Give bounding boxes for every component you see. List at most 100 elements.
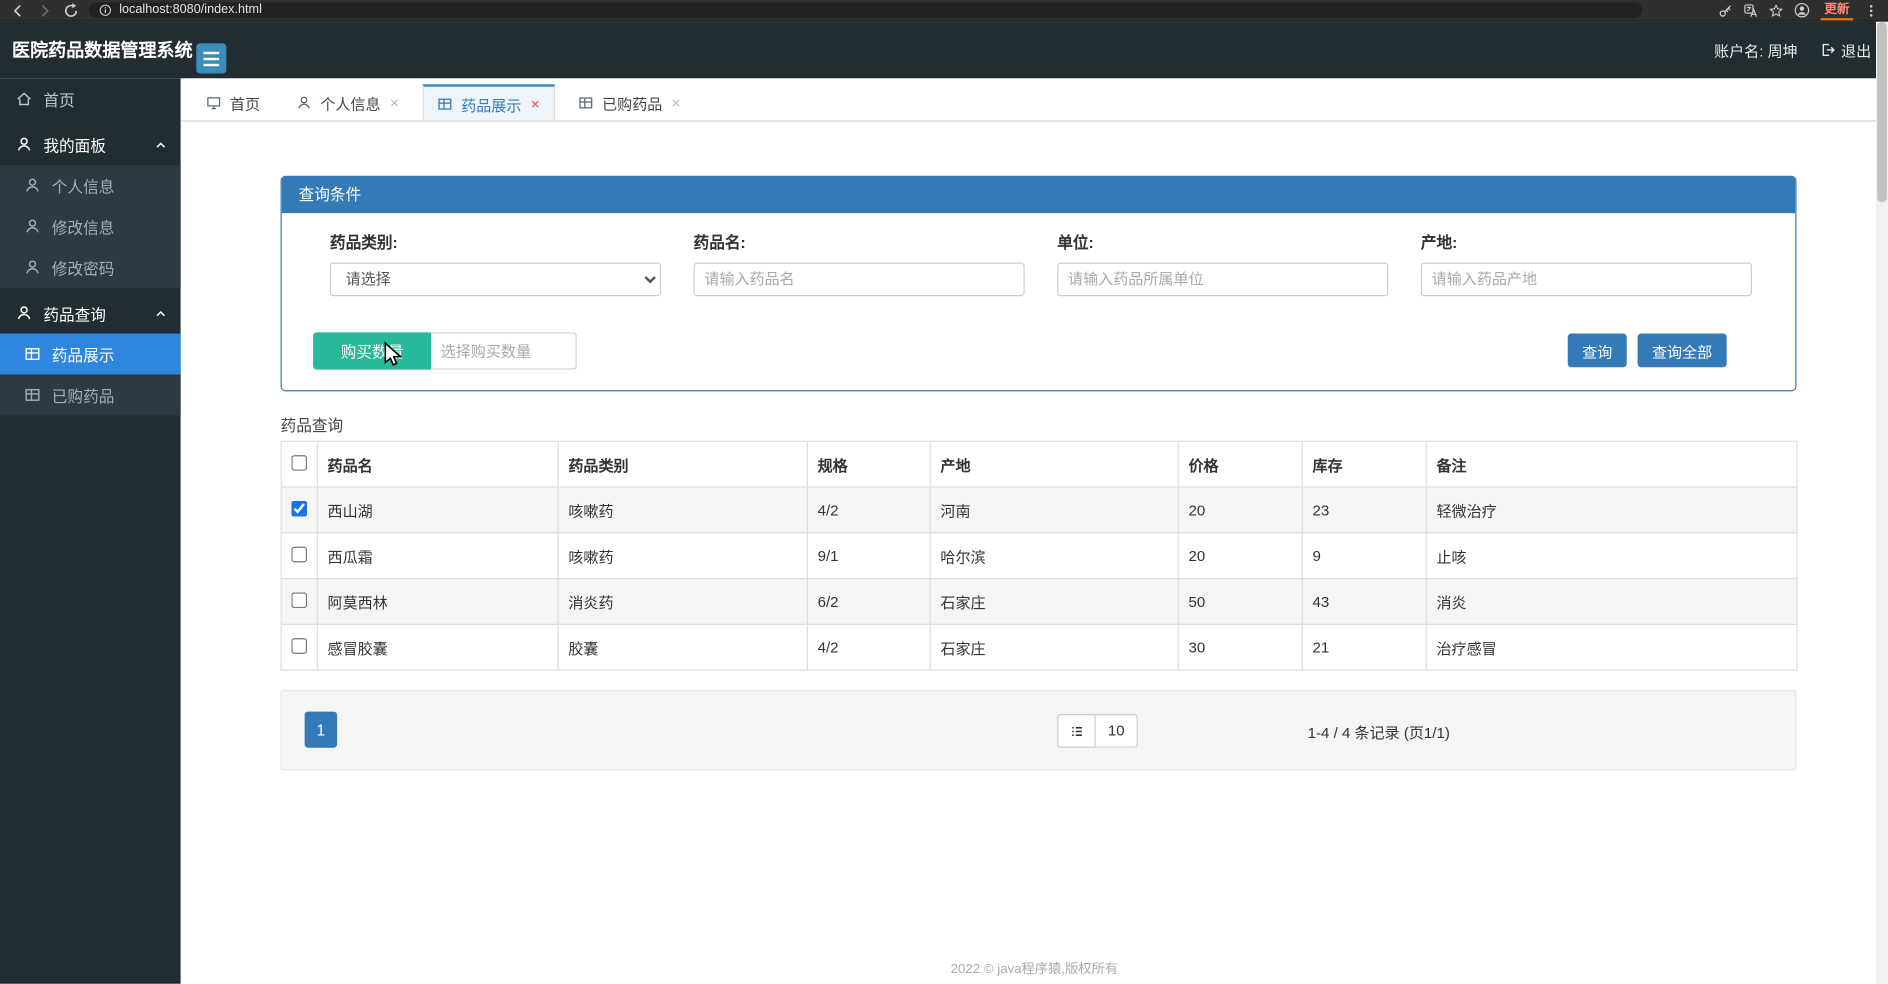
cell-origin: 哈尔滨 <box>930 533 1178 579</box>
sidebar-item-edit-info[interactable]: 修改信息 <box>0 206 181 247</box>
sidebar-item-label: 修改信息 <box>52 215 115 238</box>
sidebar-group-my-panel[interactable]: 我的面板 <box>0 124 181 165</box>
user-key-icon <box>24 259 41 276</box>
cell-spec: 4/2 <box>807 487 930 533</box>
key-icon[interactable] <box>1718 3 1732 17</box>
sidebar-toggle-button[interactable] <box>196 43 226 73</box>
select-all-checkbox[interactable] <box>291 455 307 471</box>
tab-bar: 首页 个人信息 药品展示 已购药品 <box>181 78 1888 121</box>
sidebar-item-change-password[interactable]: 修改密码 <box>0 247 181 288</box>
cell-stock: 43 <box>1302 579 1426 625</box>
table-row[interactable]: 西山湖 咳嗽药 4/2 河南 20 23 轻微治疗 <box>281 487 1797 533</box>
query-form-row: 药品类别: 请选择 药品名: 单位: 产地: <box>282 230 1796 296</box>
unit-input[interactable] <box>1057 262 1388 296</box>
field-drug-name: 药品名: <box>694 230 1025 296</box>
search-button[interactable]: 查询 <box>1568 334 1627 368</box>
close-icon[interactable] <box>389 97 400 108</box>
cell-price: 20 <box>1178 487 1302 533</box>
buy-quantity-input[interactable] <box>431 332 577 369</box>
main-content: 查询条件 药品类别: 请选择 药品名: 单位: <box>181 122 1888 984</box>
row-checkbox[interactable] <box>291 500 307 516</box>
column-header[interactable]: 产地 <box>930 441 1178 487</box>
buy-quantity-group: 购买数量 <box>313 332 577 369</box>
cell-category: 胶囊 <box>558 624 807 670</box>
address-bar[interactable]: localhost:8080/index.html <box>89 2 1642 18</box>
bookmark-star-icon[interactable] <box>1769 3 1783 17</box>
header-user-area: 账户名: 周坤 退出 <box>1714 39 1888 62</box>
tab-purchased-drugs[interactable]: 已购药品 <box>565 84 695 120</box>
drug-category-select[interactable]: 请选择 <box>330 262 661 296</box>
monitor-icon <box>206 95 222 111</box>
list-icon <box>1069 723 1085 739</box>
row-checkbox[interactable] <box>291 638 307 654</box>
cell-category: 咳嗽药 <box>558 487 807 533</box>
menu-dots-icon[interactable] <box>1864 3 1878 17</box>
table-header-row: 药品名 药品类别 规格 产地 价格 库存 备注 <box>281 441 1797 487</box>
chevron-up-icon <box>154 306 167 319</box>
logout-button[interactable]: 退出 <box>1819 39 1871 62</box>
tab-drug-display[interactable]: 药品展示 <box>423 84 555 120</box>
column-header[interactable]: 药品类别 <box>558 441 807 487</box>
table-icon <box>24 387 41 404</box>
sidebar-item-drug-display[interactable]: 药品展示 <box>0 334 181 375</box>
field-drug-category: 药品类别: 请选择 <box>330 230 661 296</box>
close-icon[interactable] <box>671 97 682 108</box>
scrollbar-thumb[interactable] <box>1877 22 1887 203</box>
tab-home[interactable]: 首页 <box>193 84 274 120</box>
row-checkbox[interactable] <box>291 546 307 562</box>
table-section-title: 药品查询 <box>281 413 344 436</box>
translate-icon[interactable] <box>1744 3 1758 17</box>
user-icon <box>296 95 312 111</box>
tab-label: 药品展示 <box>461 92 521 115</box>
column-header[interactable]: 规格 <box>807 441 930 487</box>
query-panel-body: 药品类别: 请选择 药品名: 单位: 产地: <box>282 213 1796 390</box>
refresh-icon[interactable] <box>63 2 80 19</box>
url-text[interactable]: localhost:8080/index.html <box>119 2 262 18</box>
sidebar-item-label: 首页 <box>43 87 74 110</box>
user-icon <box>16 136 33 153</box>
tab-label: 已购药品 <box>602 91 662 114</box>
query-actions-row: 购买数量 查询 查询全部 <box>282 332 1796 369</box>
column-header[interactable]: 库存 <box>1302 441 1426 487</box>
row-checkbox[interactable] <box>291 592 307 608</box>
tab-label: 个人信息 <box>320 91 380 114</box>
sidebar-item-label: 修改密码 <box>52 256 115 279</box>
screen: localhost:8080/index.html 更新 医院药品数据管理系统 … <box>0 0 1888 984</box>
search-all-button[interactable]: 查询全部 <box>1638 334 1727 368</box>
page-1-button[interactable]: 1 <box>305 712 338 748</box>
sidebar-item-home[interactable]: 首页 <box>0 78 181 119</box>
browser-toolbar: localhost:8080/index.html 更新 <box>0 0 1888 22</box>
column-header[interactable]: 药品名 <box>317 441 558 487</box>
cell-drug-name: 感冒胶囊 <box>317 624 558 670</box>
page-size-input[interactable] <box>1096 714 1138 748</box>
table-row[interactable]: 西瓜霜 咳嗽药 9/1 哈尔滨 20 9 止咳 <box>281 533 1797 579</box>
origin-label: 产地: <box>1421 230 1752 253</box>
query-panel-title: 查询条件 <box>282 177 1796 213</box>
column-header[interactable]: 备注 <box>1426 441 1797 487</box>
forward-icon[interactable] <box>36 2 53 19</box>
browser-scrollbar[interactable] <box>1876 22 1888 984</box>
table-row[interactable]: 阿莫西林 消炎药 6/2 石家庄 50 43 消炎 <box>281 579 1797 625</box>
drug-name-input[interactable] <box>694 262 1025 296</box>
buy-quantity-button[interactable]: 购买数量 <box>313 332 431 369</box>
app-header: 医院药品数据管理系统 账户名: 周坤 退出 <box>0 22 1888 79</box>
profile-avatar-icon[interactable] <box>1794 2 1810 18</box>
browser-update-button[interactable]: 更新 <box>1821 0 1854 20</box>
page-size-menu-button[interactable] <box>1057 714 1096 748</box>
sidebar-item-purchased-drugs[interactable]: 已购药品 <box>0 374 181 415</box>
sidebar-item-label: 药品查询 <box>43 302 106 325</box>
back-icon[interactable] <box>10 2 27 19</box>
cell-spec: 9/1 <box>807 533 930 579</box>
home-icon <box>16 90 33 107</box>
column-header[interactable]: 价格 <box>1178 441 1302 487</box>
cell-drug-name: 西瓜霜 <box>317 533 558 579</box>
sidebar-item-personal-info[interactable]: 个人信息 <box>0 165 181 206</box>
table-row[interactable]: 感冒胶囊 胶囊 4/2 石家庄 30 21 治疗感冒 <box>281 624 1797 670</box>
sidebar: 首页 我的面板 个人信息 修改信息 修改密码 药品查询 药品展示 <box>0 78 181 983</box>
info-icon[interactable] <box>99 4 112 17</box>
tab-personal-info[interactable]: 个人信息 <box>283 84 413 120</box>
close-icon[interactable] <box>530 98 541 109</box>
origin-input[interactable] <box>1421 262 1752 296</box>
cell-category: 消炎药 <box>558 579 807 625</box>
sidebar-group-drug-query[interactable]: 药品查询 <box>0 293 181 334</box>
